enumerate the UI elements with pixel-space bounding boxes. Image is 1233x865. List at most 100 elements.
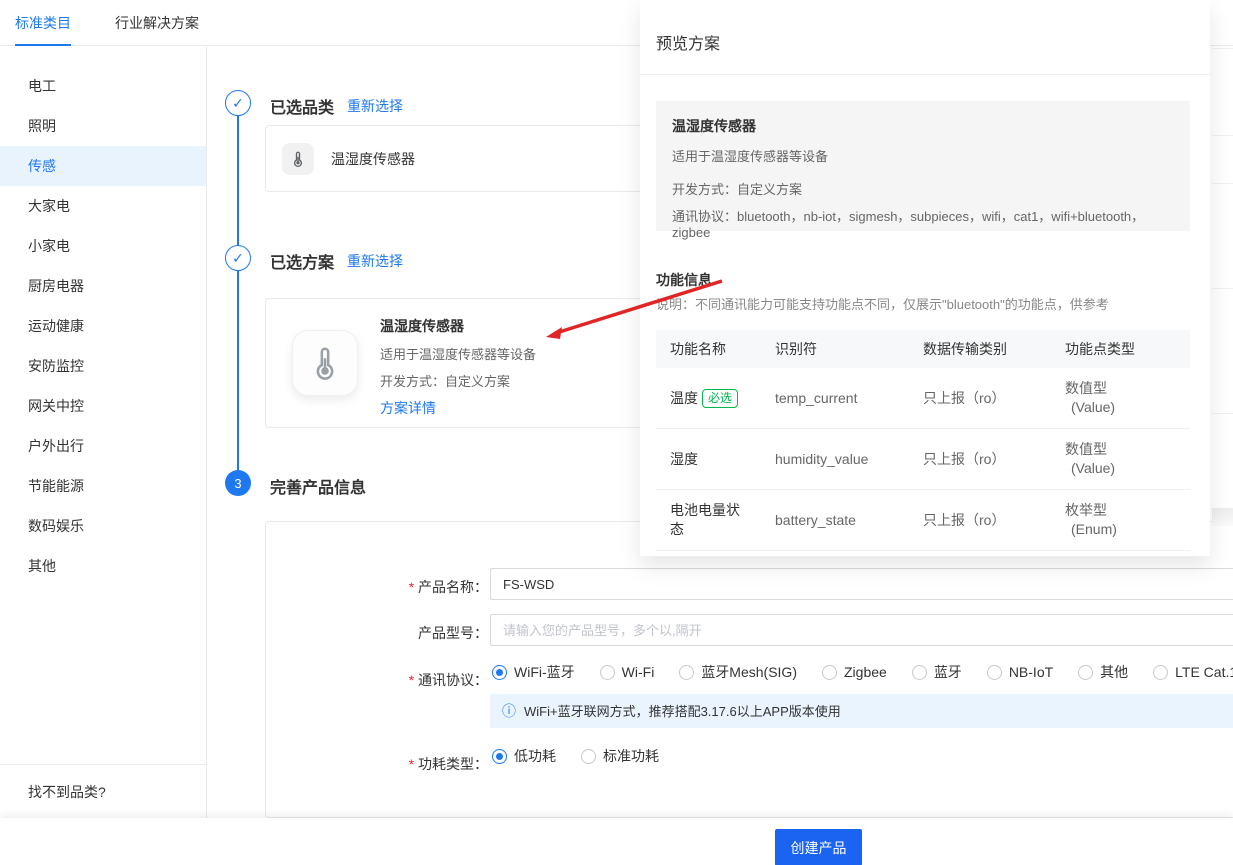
background-fragment xyxy=(1212,135,1233,136)
function-name: 湿度 xyxy=(670,450,698,469)
radio-lte-cat1[interactable]: LTE Cat.1 xyxy=(1153,664,1233,680)
thermometer-icon xyxy=(282,143,314,175)
sidebar-item-sensor[interactable]: 传感 xyxy=(0,146,206,186)
solution-dev-mode: 开发方式：自定义方案 xyxy=(380,371,536,390)
function-type-en: (Enum) xyxy=(1065,520,1190,539)
radio-icon xyxy=(581,749,596,764)
protocol-hint: ⓘWiFi+蓝牙联网方式，推荐搭配3.17.6以上APP版本使用 xyxy=(490,694,1233,728)
radio-low-power[interactable]: 低功耗 xyxy=(492,746,556,766)
sidebar-item-gateway[interactable]: 网关中控 xyxy=(0,386,206,426)
function-info-note: 说明：不同通讯能力可能支持功能点不同，仅展示"bluetooth"的功能点，供参… xyxy=(656,294,1109,313)
radio-icon xyxy=(492,665,507,680)
preview-solution-name: 温湿度传感器 xyxy=(672,116,1174,136)
step3-number-badge: 3 xyxy=(225,470,251,496)
radio-icon xyxy=(822,665,837,680)
product-model-label: 产品型号： xyxy=(378,623,488,643)
category-sidebar: 电工 照明 传感 大家电 小家电 厨房电器 运动健康 安防监控 网关中控 户外出… xyxy=(0,47,207,818)
create-product-page: 标准类目 行业解决方案 电工 照明 传感 大家电 小家电 厨房电器 运动健康 安… xyxy=(0,0,1233,865)
solution-detail-link[interactable]: 方案详情 xyxy=(380,398,536,418)
sidebar-item-health[interactable]: 运动健康 xyxy=(0,306,206,346)
sidebar-item-lighting[interactable]: 照明 xyxy=(0,106,206,146)
preview-dev-mode: 开发方式：自定义方案 xyxy=(672,179,1174,198)
step1-check-icon: ✓ xyxy=(225,90,251,116)
radio-ble-mesh[interactable]: 蓝牙Mesh(SIG) xyxy=(679,662,797,682)
step1-reselect-link[interactable]: 重新选择 xyxy=(347,96,403,116)
radio-standard-power[interactable]: 标准功耗 xyxy=(581,746,659,766)
col-identifier: 识别符 xyxy=(761,339,909,359)
col-function-name: 功能名称 xyxy=(656,339,761,359)
radio-icon xyxy=(1078,665,1093,680)
radio-icon xyxy=(1153,665,1168,680)
function-type: 数值型 xyxy=(1065,440,1190,459)
radio-nbiot[interactable]: NB-IoT xyxy=(987,664,1053,680)
radio-ble[interactable]: 蓝牙 xyxy=(912,662,962,682)
function-transfer: 只上报（ro） xyxy=(909,510,1051,530)
radio-other[interactable]: 其他 xyxy=(1078,662,1128,682)
function-info-title: 功能信息 xyxy=(656,270,712,290)
radio-icon xyxy=(912,665,927,680)
function-type: 数值型 xyxy=(1065,379,1190,398)
background-fragment xyxy=(1212,48,1233,49)
step2-check-icon: ✓ xyxy=(225,245,251,271)
preview-protocols: 通讯协议：bluetooth，nb-iot，sigmesh，subpieces，… xyxy=(672,206,1174,240)
function-type: 枚举型 xyxy=(1065,501,1190,520)
product-name-input[interactable] xyxy=(490,568,1233,600)
power-type-radio-group: 低功耗 标准功耗 xyxy=(492,746,659,766)
function-transfer: 只上报（ro） xyxy=(909,388,1051,408)
sidebar-item-other[interactable]: 其他 xyxy=(0,546,206,586)
table-row: 湿度 humidity_value 只上报（ro） 数值型(Value) xyxy=(656,429,1190,490)
step3-title: 完善产品信息 xyxy=(270,474,366,498)
product-name-label: 产品名称： xyxy=(378,577,488,597)
background-fragment xyxy=(1212,288,1233,289)
sidebar-item-electrical[interactable]: 电工 xyxy=(0,66,206,106)
preview-panel: 预览方案 温湿度传感器 适用于温湿度传感器等设备 开发方式：自定义方案 通讯协议… xyxy=(640,0,1210,556)
preview-title: 预览方案 xyxy=(656,30,720,54)
preview-summary-box: 温湿度传感器 适用于温湿度传感器等设备 开发方式：自定义方案 通讯协议：blue… xyxy=(656,101,1190,231)
function-table: 功能名称 识别符 数据传输类别 功能点类型 温度必选 temp_current … xyxy=(656,330,1190,551)
sidebar-item-security[interactable]: 安防监控 xyxy=(0,346,206,386)
radio-icon xyxy=(987,665,1002,680)
function-type-en: (Value) xyxy=(1065,398,1190,417)
function-identifier: humidity_value xyxy=(761,451,909,467)
preview-solution-desc: 适用于温湿度传感器等设备 xyxy=(672,146,1174,165)
col-datapoint-type: 功能点类型 xyxy=(1051,339,1190,359)
divider xyxy=(640,74,1210,75)
bottom-action-bar: 创建产品 xyxy=(0,818,1233,865)
function-name: 电池电量状态 xyxy=(670,501,748,539)
radio-icon xyxy=(679,665,694,680)
radio-wifi[interactable]: Wi-Fi xyxy=(600,664,655,680)
function-identifier: battery_state xyxy=(761,512,909,528)
sidebar-item-kitchen[interactable]: 厨房电器 xyxy=(0,266,206,306)
step2-reselect-link[interactable]: 重新选择 xyxy=(347,251,403,271)
step1-title: 已选品类 xyxy=(270,94,334,118)
table-header-row: 功能名称 识别符 数据传输类别 功能点类型 xyxy=(656,330,1190,368)
background-fragment xyxy=(1212,508,1233,526)
step2-title: 已选方案 xyxy=(270,249,334,273)
protocol-radio-group: WiFi-蓝牙 Wi-Fi 蓝牙Mesh(SIG) Zigbee 蓝牙 NB-I… xyxy=(492,662,1233,682)
sidebar-item-small-appliance[interactable]: 小家电 xyxy=(0,226,206,266)
function-name: 温度 xyxy=(670,389,698,408)
sidebar-item-entertainment[interactable]: 数码娱乐 xyxy=(0,506,206,546)
category-list: 电工 照明 传感 大家电 小家电 厨房电器 运动健康 安防监控 网关中控 户外出… xyxy=(0,47,206,586)
function-identifier: temp_current xyxy=(761,390,909,406)
background-fragment xyxy=(1212,183,1233,184)
sidebar-item-outdoor[interactable]: 户外出行 xyxy=(0,426,206,466)
function-type-en: (Value) xyxy=(1065,459,1190,478)
radio-icon xyxy=(492,749,507,764)
required-tag: 必选 xyxy=(702,389,738,408)
radio-zigbee[interactable]: Zigbee xyxy=(822,664,887,680)
function-transfer: 只上报（ro） xyxy=(909,449,1051,469)
cannot-find-category-link[interactable]: 找不到品类? xyxy=(0,764,206,818)
table-row: 温度必选 temp_current 只上报（ro） 数值型(Value) xyxy=(656,368,1190,429)
sidebar-item-large-appliance[interactable]: 大家电 xyxy=(0,186,206,226)
tab-standard-category[interactable]: 标准类目 xyxy=(15,0,71,46)
create-product-button[interactable]: 创建产品 xyxy=(775,829,862,865)
protocol-label: 通讯协议： xyxy=(378,670,488,690)
product-model-input[interactable] xyxy=(490,614,1233,646)
thermometer-icon xyxy=(292,330,358,396)
sidebar-item-energy[interactable]: 节能能源 xyxy=(0,466,206,506)
table-row: 电池电量状态 battery_state 只上报（ro） 枚举型(Enum) xyxy=(656,490,1190,551)
radio-wifi-ble[interactable]: WiFi-蓝牙 xyxy=(492,662,575,682)
tab-industry-solution[interactable]: 行业解决方案 xyxy=(115,0,199,46)
selected-category-name: 温湿度传感器 xyxy=(331,126,415,193)
